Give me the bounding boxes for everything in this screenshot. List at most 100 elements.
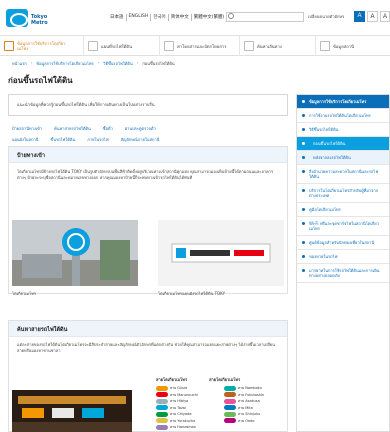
line-item: สาย Chiyoda	[156, 411, 214, 417]
nav-subway-map[interactable]: แผนที่รถไฟใต้ดิน	[84, 36, 160, 56]
line-name: สาย Hanzomon	[170, 425, 197, 429]
sidebar-item[interactable]: Wi-Fi ฟรีและจุดชาร์จไฟในสถานีโตเกียวเมโท…	[297, 217, 389, 236]
ticket-icon	[164, 41, 174, 51]
search-icon	[228, 13, 234, 19]
line-item: สาย Fukutoshin	[224, 392, 282, 398]
line-name: สาย Marunouchi	[170, 392, 198, 397]
lang-korean[interactable]: 한국어	[153, 14, 169, 21]
nav-route-search[interactable]: ค้นหาเส้นทาง	[240, 36, 316, 56]
breadcrumb-service-info[interactable]: ข้อมูลการใช้บริการโตเกียวเมโทร	[36, 60, 93, 67]
nav-service-info[interactable]: ข้อมูลการใช้บริการโตเกียวเมโทร	[0, 36, 84, 56]
line-item: สาย Mita	[224, 405, 282, 411]
info-icon	[4, 41, 14, 51]
map-icon	[88, 41, 98, 51]
line-color-badge-icon	[156, 392, 168, 397]
anchor-station-map[interactable]: แผนผังในสถานี	[12, 136, 38, 143]
line-name: สาย Namboku	[238, 386, 262, 390]
anchor-in-train[interactable]: ภายในรถไฟ	[87, 136, 108, 143]
section-heading: ค้นหาสายรถไฟใต้ดิน	[9, 321, 287, 337]
platform-photo	[12, 390, 132, 432]
anchor-find-line[interactable]: ค้นหาสายรถไฟใต้ดิน	[54, 125, 91, 132]
line-color-badge-icon	[224, 411, 236, 417]
photo-caption: โตเกียวเมโทรแผนผังรถไฟใต้ดิน TOKY	[158, 291, 226, 296]
section-text: โตเกียวเมโทรมีป้ายรถไฟใต้ดิน TOKY เป็นรู…	[17, 169, 274, 180]
sidebar-item[interactable]: คู่มือโตเกียวเมโทร	[297, 203, 389, 217]
sidebar-item[interactable]: สิ่งอำนวยความสะดวกในสถานีและรถไฟใต้ดิน	[297, 165, 389, 184]
top-header: Tokyo Metro 日本語 ENGLISH 한국어 简体中文 繁體中文(繁體…	[0, 0, 390, 36]
lang-english[interactable]: ENGLISH	[129, 14, 152, 21]
page-title: ก่อนขึ้นรถไฟใต้ดิน	[8, 76, 73, 85]
sidebar-item[interactable]: ก่อนขึ้นรถไฟใต้ดิน	[297, 137, 389, 151]
line-name: สาย Oedo	[238, 418, 255, 423]
sidebar-item[interactable]: มารยาทในการใช้รถไฟใต้ดินและการเดินทางอย่…	[297, 264, 389, 283]
line-item: สาย Hanzomon	[156, 424, 214, 430]
entrance-sign-photo	[12, 220, 138, 286]
font-size-large-button[interactable]: A	[380, 11, 390, 22]
line-name: สาย Shinjuku	[238, 412, 261, 416]
line-name: สาย Hibiya	[170, 399, 189, 403]
line-color-badge-icon	[224, 418, 236, 423]
anchor-signs[interactable]: สัญลักษณ์ภายในสถานี	[121, 136, 160, 143]
line-item: สาย Shinjuku	[224, 411, 282, 417]
line-name: สาย Fukutoshin	[238, 392, 265, 397]
lang-japanese[interactable]: 日本語	[110, 14, 127, 21]
station-icon	[320, 41, 330, 51]
anchor-board-train[interactable]: ขึ้นรถไฟใต้ดิน	[50, 136, 75, 143]
anchor-buy-ticket[interactable]: ซื้อตั๋ว	[103, 125, 113, 132]
line-item: สาย Yurakucho	[156, 418, 214, 424]
intro-text: แนะนำข้อมูลที่ควรรู้ก่อนขึ้นรถไฟใต้ดิน เ…	[8, 94, 288, 116]
search-input[interactable]	[226, 12, 304, 22]
metro-logo-icon	[6, 9, 28, 27]
section-heading: ป้ายทางเข้า	[9, 147, 287, 163]
photo-caption: โตเกียวเมโทร	[12, 291, 37, 296]
nav-station-info[interactable]: ข้อมูลสถานี	[316, 36, 390, 56]
line-color-badge-icon	[156, 405, 168, 410]
line-name: สาย Asakusa	[238, 399, 260, 403]
line-color-list: สายโตเกียวเมโทร สายโตเกียวเมโทร สาย Ginz…	[156, 376, 282, 431]
main-nav: ข้อมูลการใช้บริการโตเกียวเมโทร แผนที่รถไ…	[0, 36, 390, 56]
section-text: แต่ละสายของรถไฟใต้ดินโตเกียวเมโทรจะมีสีป…	[17, 342, 275, 353]
line-color-badge-icon	[224, 392, 236, 397]
anchor-links: ป้ายสถานีทางเข้า ค้นหาสายรถไฟใต้ดิน ซื้อ…	[12, 125, 292, 147]
line-color-badge-icon	[224, 398, 236, 404]
language-switcher: 日本語 ENGLISH 한국어 简体中文 繁體中文(繁體) ไทย	[110, 14, 241, 21]
sidebar-nav: ข้อมูลการใช้บริการโตเกียวเมโทร การใช้งานร…	[296, 94, 390, 432]
line-name: สาย Mita	[238, 405, 253, 410]
font-size-label: เปลี่ยนขนาดตัวอักษร	[308, 14, 345, 19]
line-color-badge-icon	[156, 424, 168, 430]
line-item: สาย Tozai	[156, 405, 214, 411]
line-name: สาย Ginza	[170, 386, 188, 390]
sidebar-item[interactable]: การใช้งานรถไฟใต้ดินโตเกียวเมโทร	[297, 109, 389, 123]
sidebar-item[interactable]: ของหายในรถไฟ	[297, 250, 389, 264]
sidebar-item[interactable]: บริการในโตเกียวเมโทรสำหรับผู้ที่มาจากต่า…	[297, 184, 389, 203]
font-size-small-button[interactable]: A	[354, 11, 365, 22]
line-item: สาย Ginza	[156, 385, 214, 391]
station-sign-photo	[158, 220, 284, 286]
lang-chinese-simplified[interactable]: 简体中文	[171, 14, 192, 21]
breadcrumb-current: ก่อนขึ้นรถไฟใต้ดิน	[142, 61, 175, 66]
line-item: สาย Oedo	[224, 418, 282, 424]
line-color-badge-icon	[156, 398, 168, 404]
breadcrumb-home[interactable]: หน้าแรก	[12, 60, 27, 67]
anchor-entrance[interactable]: ป้ายสถานีทางเข้า	[12, 125, 42, 132]
line-color-badge-icon	[224, 385, 236, 391]
line-item: สาย Hibiya	[156, 398, 214, 404]
breadcrumb: หน้าแรก › ข้อมูลการใช้บริการโตเกียวเมโทร…	[12, 60, 175, 67]
nav-fares[interactable]: ค่าโดยสารและบัตรโดยสาร	[160, 36, 240, 56]
line-name: สาย Chiyoda	[170, 412, 192, 416]
sidebar-item[interactable]: ข้อมูลการใช้บริการโตเกียวเมโทร	[297, 95, 389, 109]
route-icon	[244, 41, 254, 51]
sidebar-item[interactable]: หลังจากลงรถไฟใต้ดิน	[297, 151, 389, 165]
line-name: สาย Tozai	[170, 405, 186, 410]
line-item: สาย Marunouchi	[156, 392, 214, 398]
tokyo-metro-logo[interactable]: Tokyo Metro	[6, 9, 58, 27]
anchor-ticket-gate[interactable]: ผ่านประตูตรวจตั๋ว	[125, 125, 156, 132]
font-size-medium-button[interactable]: A	[367, 11, 378, 22]
sidebar-item[interactable]: วิธีขึ้นรถไฟใต้ดิน	[297, 123, 389, 137]
line-color-badge-icon	[156, 418, 168, 423]
breadcrumb-how-to-ride[interactable]: วิธีขึ้นรถไฟใต้ดิน	[103, 60, 132, 67]
sidebar-item[interactable]: ศูนย์ข้อมูลสำหรับนักท่องเที่ยวในสถานี	[297, 236, 389, 250]
lang-chinese-traditional[interactable]: 繁體中文(繁體)	[194, 14, 228, 21]
line-color-badge-icon	[156, 385, 168, 391]
line-item: สาย Asakusa	[224, 398, 282, 404]
